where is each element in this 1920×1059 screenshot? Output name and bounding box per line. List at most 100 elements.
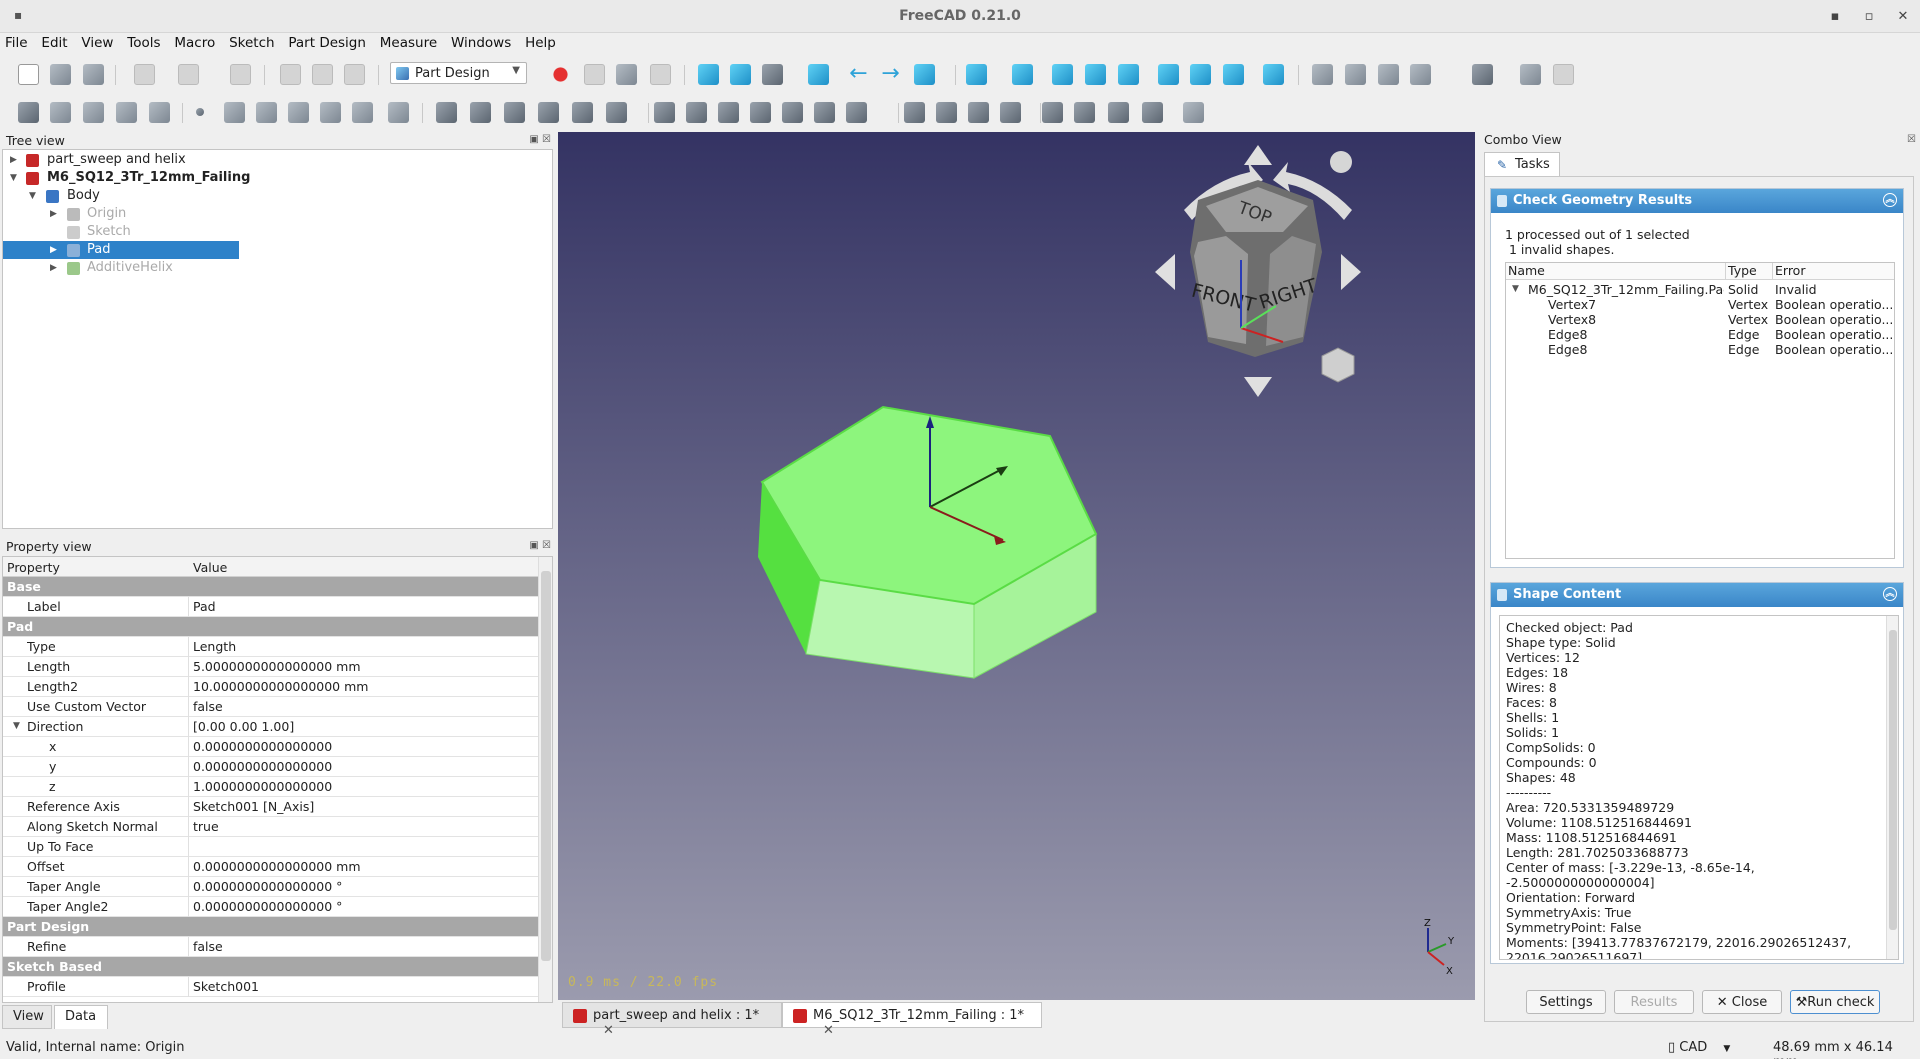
save-document-icon[interactable] [83, 64, 104, 85]
check-geometry-icon[interactable] [149, 102, 170, 123]
property-row[interactable]: Reference Axis Sketch001 [N_Axis] [3, 797, 538, 817]
workbench-selector[interactable]: Part Design ▼ [390, 62, 527, 84]
new-document-icon[interactable] [18, 64, 39, 85]
menu-edit[interactable]: Edit [36, 33, 72, 51]
property-value[interactable]: false [193, 697, 223, 716]
menu-measure[interactable]: Measure [375, 33, 442, 51]
property-row[interactable]: Use Custom Vector false [3, 697, 538, 717]
menu-view[interactable]: View [76, 33, 118, 51]
subtractive-helix-icon[interactable] [814, 102, 835, 123]
doc-tab-part-sweep[interactable]: part_sweep and helix : 1* ✕ [562, 1002, 782, 1038]
property-row[interactable]: Offset 0.0000000000000000 mm [3, 857, 538, 877]
group-icon[interactable] [1345, 64, 1366, 85]
back-arrow-icon[interactable]: ← [848, 63, 869, 85]
collapse-icon[interactable]: ︽ [1883, 193, 1897, 207]
menu-tools[interactable]: Tools [122, 33, 165, 51]
local-coordinate-system-icon[interactable] [288, 102, 309, 123]
link-icon[interactable] [1378, 64, 1399, 85]
datum-plane-icon[interactable] [256, 102, 277, 123]
column-error[interactable]: Error [1773, 263, 1894, 280]
view-menu-icon[interactable] [1330, 151, 1352, 173]
hole-icon[interactable] [686, 102, 707, 123]
property-row[interactable]: Along Sketch Normal true [3, 817, 538, 837]
tree-item-part-sweep-and-helix[interactable]: ▶ part_sweep and helix [3, 151, 543, 169]
result-row[interactable]: Edge8 Edge Boolean operatio... [1506, 342, 1894, 357]
close-window-icon[interactable]: ✕ [1892, 6, 1914, 28]
stop-macro-icon[interactable] [584, 64, 605, 85]
tree-item-pad[interactable]: ▶ Pad [3, 241, 239, 259]
execute-macro-icon[interactable] [650, 64, 671, 85]
bounding-box-icon[interactable] [808, 64, 829, 85]
property-row[interactable]: z 1.0000000000000000 [3, 777, 538, 797]
panel-close-icon[interactable]: ☒ [1907, 134, 1916, 145]
additive-loft-icon[interactable] [504, 102, 525, 123]
copy-icon[interactable] [312, 64, 333, 85]
panel-float-close-icons[interactable]: ▣ ☒ [529, 134, 551, 145]
create-sketch-icon[interactable] [50, 102, 71, 123]
menu-sketch[interactable]: Sketch [224, 33, 279, 51]
property-row[interactable]: Length2 10.0000000000000000 mm [3, 677, 538, 697]
property-value[interactable]: 0.0000000000000000 mm [193, 857, 361, 876]
datum-line-icon[interactable] [224, 102, 245, 123]
property-value[interactable]: Sketch001 [193, 977, 259, 996]
draw-style-icon[interactable] [762, 64, 783, 85]
property-value[interactable]: Sketch001 [N_Axis] [193, 797, 314, 816]
fillet-icon[interactable] [1042, 102, 1063, 123]
property-value[interactable]: Length [193, 637, 236, 656]
shape-content-header[interactable]: Shape Content ︽ [1491, 583, 1903, 607]
property-row[interactable]: Profile Sketch001 [3, 977, 538, 997]
clone-icon[interactable] [388, 102, 409, 123]
multi-transform-icon[interactable] [1000, 102, 1021, 123]
rotate-up-arrow-icon[interactable] [1244, 145, 1272, 165]
macro-editor-icon[interactable] [616, 64, 637, 85]
navigation-cube[interactable]: TOP FRONT RIGHT [1155, 145, 1361, 397]
linear-pattern-icon[interactable] [936, 102, 957, 123]
subtractive-primitive-icon[interactable] [846, 102, 867, 123]
expand-arrow-icon[interactable]: ▶ [50, 205, 60, 223]
tree-item-origin[interactable]: ▶ Origin [3, 205, 543, 223]
collapse-arrow-icon[interactable]: ▼ [1512, 282, 1519, 297]
panel-float-close-icons[interactable]: ▣ ☒ [529, 540, 551, 551]
expand-arrow-icon[interactable]: ▶ [50, 241, 60, 259]
record-macro-icon[interactable] [550, 64, 571, 85]
right-view-icon[interactable] [1118, 64, 1139, 85]
expand-arrow-icon[interactable]: ▶ [50, 259, 60, 277]
mini-cube-icon[interactable] [1321, 347, 1355, 383]
tab-tasks[interactable]: ✎ Tasks [1484, 152, 1560, 176]
menu-help[interactable]: Help [520, 33, 561, 51]
property-row[interactable]: Taper Angle2 0.0000000000000000 ° [3, 897, 538, 917]
property-value[interactable]: true [193, 817, 219, 836]
additive-primitive-icon[interactable] [606, 102, 627, 123]
redo-icon[interactable] [178, 64, 199, 85]
thickness-icon[interactable] [1142, 102, 1163, 123]
polar-pattern-icon[interactable] [968, 102, 989, 123]
navigation-style-selector[interactable]: ▯ CAD ▼ [1668, 1040, 1730, 1055]
draft-icon[interactable] [1108, 102, 1129, 123]
shape-content-text[interactable]: Checked object: Pad Shape type: Solid Vert… [1499, 615, 1899, 960]
undo-icon[interactable] [134, 64, 155, 85]
property-row[interactable]: Label Pad [3, 597, 538, 617]
property-scrollbar[interactable] [538, 557, 552, 1002]
refresh-icon[interactable] [230, 64, 251, 85]
maximize-icon[interactable]: ▫ [1858, 6, 1880, 28]
attach-sketch-icon[interactable] [116, 102, 137, 123]
property-value[interactable]: Pad [193, 597, 216, 616]
fit-selection-icon[interactable] [730, 64, 751, 85]
tree-item-sketch[interactable]: Sketch [3, 223, 543, 241]
pad-icon[interactable] [436, 102, 457, 123]
property-row[interactable]: x 0.0000000000000000 [3, 737, 538, 757]
tree-item-active-document[interactable]: ▼ M6_SQ12_3Tr_12mm_Failing [3, 169, 543, 187]
revolution-icon[interactable] [470, 102, 491, 123]
open-document-icon[interactable] [50, 64, 71, 85]
property-value[interactable]: 0.0000000000000000 [193, 737, 332, 756]
property-row[interactable]: y 0.0000000000000000 [3, 757, 538, 777]
property-value[interactable]: false [193, 937, 223, 956]
groove-icon[interactable] [718, 102, 739, 123]
measure-distance-icon[interactable] [1263, 64, 1284, 85]
property-value[interactable]: 5.0000000000000000 mm [193, 657, 361, 676]
shape-content-scrollbar[interactable] [1886, 616, 1898, 959]
property-row[interactable]: Taper Angle 0.0000000000000000 ° [3, 877, 538, 897]
validate-sketch-icon[interactable] [83, 102, 104, 123]
forward-arrow-icon[interactable]: → [880, 63, 901, 85]
menu-file[interactable]: File [0, 33, 33, 51]
